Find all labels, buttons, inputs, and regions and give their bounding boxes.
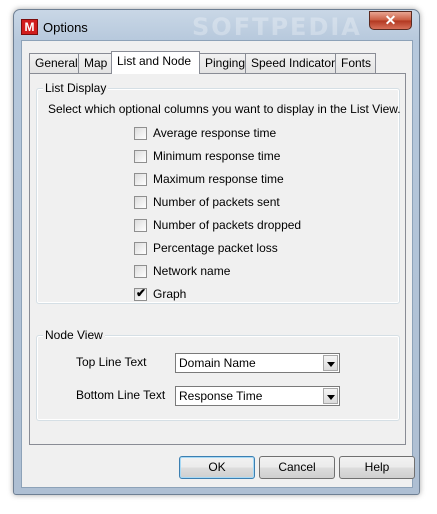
- checkbox-box[interactable]: [134, 150, 147, 163]
- tab-general[interactable]: General: [29, 53, 79, 73]
- checkbox-label: Maximum response time: [153, 172, 284, 186]
- list-display-title: List Display: [43, 81, 109, 95]
- top-line-text-select[interactable]: Domain Name: [175, 353, 340, 373]
- dialog-body: General Map List and Node Pinging Speed …: [21, 40, 415, 488]
- bottom-line-text-value: Response Time: [179, 389, 263, 403]
- bottom-line-text-label: Bottom Line Text: [76, 388, 166, 402]
- options-dialog: M Options SOFTPEDIA ✕ General Map List a…: [13, 9, 420, 495]
- checkbox-box[interactable]: [134, 265, 147, 278]
- checkbox-box[interactable]: [134, 196, 147, 209]
- top-line-text-label: Top Line Text: [76, 355, 147, 369]
- bottom-line-text-select[interactable]: Response Time: [175, 386, 340, 406]
- checkbox-label: Number of packets dropped: [153, 218, 302, 232]
- tab-map[interactable]: Map: [78, 53, 113, 73]
- checkbox-label: Minimum response time: [153, 149, 281, 163]
- close-button[interactable]: ✕: [369, 11, 412, 30]
- checkbox-box[interactable]: [134, 173, 147, 186]
- checkbox-label: Network name: [153, 264, 231, 278]
- close-icon: ✕: [384, 12, 397, 28]
- watermark: SOFTPEDIA: [192, 13, 362, 41]
- tab-label: Map: [84, 56, 108, 70]
- tab-speed-indicators[interactable]: Speed Indicators: [245, 53, 341, 73]
- tab-list-and-node[interactable]: List and Node: [111, 51, 200, 74]
- checkbox-box[interactable]: [134, 242, 147, 255]
- cancel-button[interactable]: Cancel: [259, 456, 335, 479]
- list-and-node-panel: List Display Select which optional colum…: [29, 73, 406, 445]
- tab-label: List and Node: [117, 54, 192, 68]
- ok-button[interactable]: OK: [179, 456, 255, 479]
- tab-label: General: [35, 56, 78, 70]
- checkbox-box[interactable]: [134, 127, 147, 140]
- tab-pinging[interactable]: Pinging: [199, 53, 246, 73]
- list-display-group: List Display Select which optional colum…: [36, 81, 401, 304]
- help-button[interactable]: Help: [339, 456, 415, 479]
- checkbox-label: Percentage packet loss: [153, 241, 278, 255]
- checkbox-box[interactable]: [134, 219, 147, 232]
- chevron-down-icon[interactable]: [323, 388, 338, 404]
- chevron-down-icon[interactable]: [323, 355, 338, 371]
- checkbox-label: Number of packets sent: [153, 195, 280, 209]
- checkbox-label: Graph: [153, 287, 187, 301]
- tab-label: Speed Indicators: [251, 56, 342, 70]
- tab-label: Fonts: [341, 56, 372, 70]
- tab-fonts[interactable]: Fonts: [335, 53, 376, 73]
- top-line-text-value: Domain Name: [179, 356, 256, 370]
- node-view-group: Node View Top Line Text Domain Name Bott…: [36, 328, 400, 421]
- checkbox-label: Average response time: [153, 126, 277, 140]
- tab-label: Pinging: [205, 56, 246, 70]
- list-display-instruction: Select which optional columns you want t…: [48, 102, 401, 116]
- checkmark-icon: ✔: [136, 286, 147, 300]
- window-title: Options: [43, 20, 88, 35]
- title-bar[interactable]: M Options SOFTPEDIA ✕: [14, 10, 419, 41]
- node-view-title: Node View: [43, 328, 105, 342]
- checkbox-box[interactable]: ✔: [134, 286, 147, 301]
- app-logo-icon: M: [21, 19, 38, 35]
